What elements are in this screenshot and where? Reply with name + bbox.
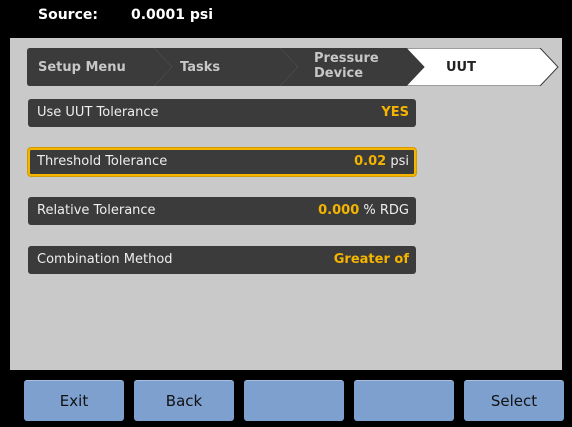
row-value-unit: % RDG [363, 203, 409, 218]
row-label: Use UUT Tolerance [37, 105, 159, 120]
crumb-uut-label: UUT [446, 60, 476, 75]
row-label: Combination Method [37, 252, 173, 267]
source-label: Source: [38, 7, 98, 23]
row-value-number: Greater of [333, 252, 409, 267]
breadcrumb: Setup Menu Tasks Pressure Device UUT [27, 48, 559, 86]
crumb-setup-menu[interactable]: Setup Menu [38, 60, 126, 75]
crumb-tasks-shape [154, 48, 298, 86]
crumb-pressure-label: Pressure [314, 51, 379, 66]
row-value-number: 0.000 [318, 203, 360, 218]
row-label: Threshold Tolerance [37, 154, 168, 169]
softkey-bar: Exit Back Select [0, 370, 572, 427]
back-button[interactable]: Back [134, 380, 234, 421]
row-use-uut-tolerance[interactable]: Use UUT Tolerance YES [28, 99, 416, 127]
exit-button[interactable]: Exit [24, 380, 124, 421]
crumb-pressure-device[interactable]: Pressure Device [314, 51, 379, 81]
select-button[interactable]: Select [464, 380, 564, 421]
crumb-setup-menu-label: Setup Menu [38, 60, 126, 75]
row-label: Relative Tolerance [37, 203, 156, 218]
row-value: YES [381, 105, 409, 120]
crumb-uut-shape [405, 48, 559, 86]
crumb-device-label: Device [314, 66, 364, 81]
row-value: 0.000 % RDG [318, 203, 409, 218]
crumb-tasks-label: Tasks [180, 60, 221, 75]
row-value-unit: psi [390, 154, 409, 169]
row-value-number: 0.02 [354, 154, 387, 169]
row-threshold-tolerance[interactable]: Threshold Tolerance 0.02 psi [28, 148, 416, 176]
softkey-4-button[interactable] [354, 380, 454, 421]
crumb-uut[interactable]: UUT [446, 60, 476, 75]
source-value: 0.0001 psi [131, 7, 214, 23]
row-combination-method[interactable]: Combination Method Greater of [28, 246, 416, 274]
softkey-3-button[interactable] [244, 380, 344, 421]
status-bar: Source: 0.0001 psi [0, 0, 572, 30]
row-value: Greater of [334, 252, 409, 267]
row-value: 0.02 psi [354, 154, 409, 169]
crumb-tasks[interactable]: Tasks [180, 60, 220, 75]
row-value-number: YES [381, 105, 409, 120]
row-relative-tolerance[interactable]: Relative Tolerance 0.000 % RDG [28, 197, 416, 225]
main-panel: Setup Menu Tasks Pressure Device UUT Use… [10, 38, 562, 370]
